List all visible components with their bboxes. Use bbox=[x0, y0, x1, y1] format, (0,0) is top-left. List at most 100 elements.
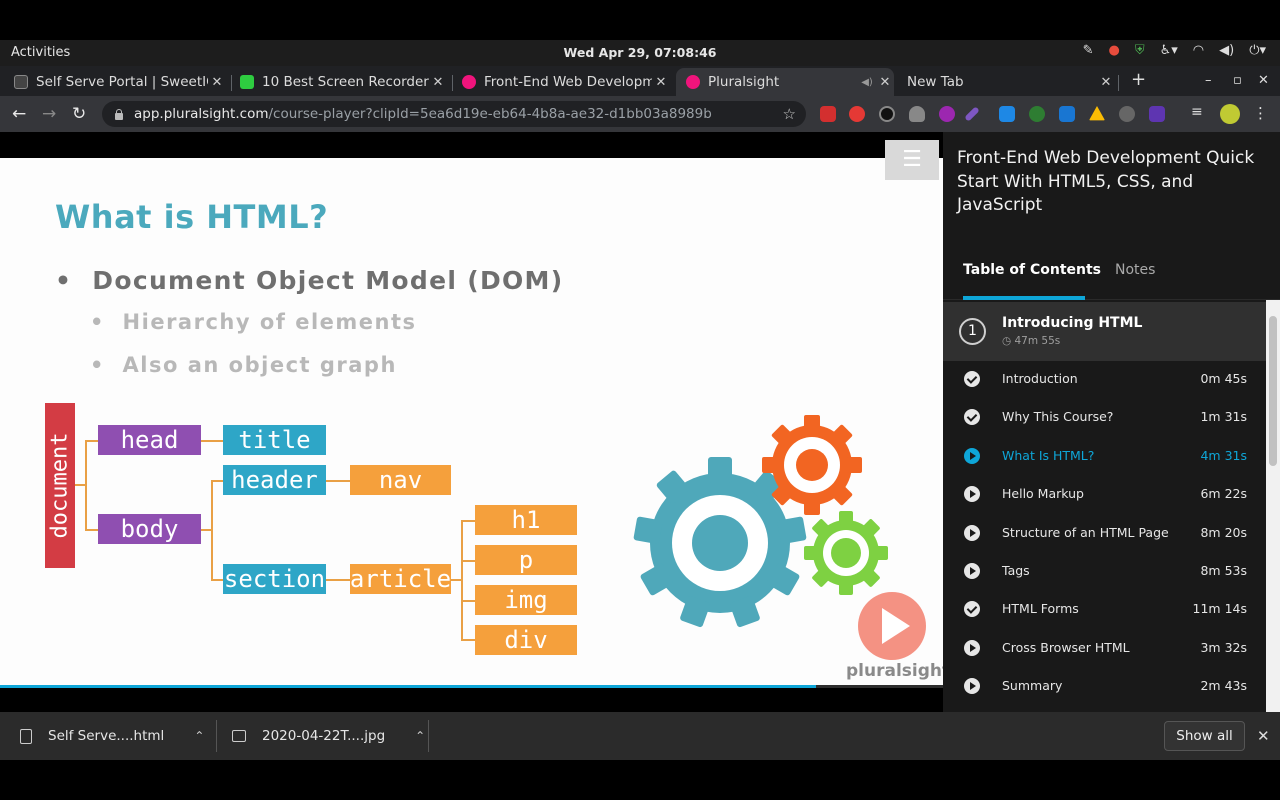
tab-pluralsight[interactable]: Pluralsight ◀) ✕ bbox=[676, 68, 894, 96]
wifi-icon[interactable]: ◠ bbox=[1193, 43, 1204, 58]
play-icon bbox=[964, 678, 980, 695]
clip-item[interactable]: Structure of an HTML Page 8m 20s bbox=[943, 514, 1266, 552]
module-duration: ◷ 47m 55s bbox=[1002, 335, 1061, 347]
clip-item[interactable]: Why This Course? 1m 31s bbox=[943, 398, 1266, 436]
close-icon[interactable]: ✕ bbox=[208, 75, 226, 90]
minimize-button[interactable]: – bbox=[1205, 73, 1212, 88]
clip-item[interactable]: Tags 8m 53s bbox=[943, 552, 1266, 590]
iq-extension-icon[interactable] bbox=[999, 106, 1015, 122]
file-icon bbox=[20, 728, 32, 744]
system-top-bar: Activities Wed Apr 29, 07:08:46 ✎ ● ⛨ ♿▾… bbox=[0, 40, 1280, 66]
tab-self-serve-portal[interactable]: Self Serve Portal | SweetIQ ✕ bbox=[14, 68, 226, 96]
tab-new-tab[interactable]: New Tab ✕ bbox=[907, 68, 1115, 96]
kebab-menu-icon[interactable]: ⋮ bbox=[1253, 104, 1268, 122]
nav-node: nav bbox=[350, 465, 451, 495]
window-close-button[interactable]: ✕ bbox=[1258, 73, 1269, 88]
course-sidebar: Front-End Web Development Quick Start Wi… bbox=[943, 132, 1280, 712]
bookmark-star-icon[interactable]: ☆ bbox=[783, 105, 796, 123]
download-item[interactable]: Self Serve....html ⌃ bbox=[20, 712, 204, 760]
sidebar-scrollbar[interactable] bbox=[1266, 300, 1280, 712]
blue-extension-icon[interactable] bbox=[1059, 106, 1075, 122]
clip-item[interactable]: HTML Forms 11m 14s bbox=[943, 590, 1266, 628]
pluralsight-watermark: pluralsight bbox=[846, 661, 943, 681]
section-node: section bbox=[223, 564, 326, 594]
img-node: img bbox=[475, 585, 577, 615]
course-title: Front-End Web Development Quick Start Wi… bbox=[957, 148, 1255, 215]
gray-extension-icon[interactable] bbox=[1119, 106, 1135, 122]
edge-extension-icon[interactable] bbox=[879, 106, 895, 122]
clip-item[interactable]: Summary 2m 43s bbox=[943, 667, 1266, 705]
recycle-extension-icon[interactable] bbox=[1029, 106, 1045, 122]
audio-icon[interactable]: ◀) bbox=[858, 77, 876, 88]
subbullet-text: Also an object graph bbox=[122, 353, 397, 377]
play-icon bbox=[964, 447, 980, 464]
slide-title: What is HTML? bbox=[55, 198, 329, 236]
module-title: Introducing HTML bbox=[1002, 315, 1143, 331]
clip-duration: 6m 22s bbox=[1200, 486, 1247, 502]
close-icon[interactable]: ✕ bbox=[1257, 727, 1270, 745]
google-drive-icon[interactable] bbox=[1089, 106, 1105, 121]
clip-item[interactable]: Cross Browser HTML 3m 32s bbox=[943, 629, 1266, 667]
new-tab-button[interactable]: + bbox=[1131, 69, 1146, 90]
cloud-extension-icon[interactable] bbox=[909, 106, 925, 122]
avatar[interactable] bbox=[1220, 104, 1240, 124]
green-site-icon bbox=[240, 75, 254, 89]
tab-screen-recorders[interactable]: 10 Best Screen Recorders ✕ bbox=[240, 68, 447, 96]
tab-notes[interactable]: Notes bbox=[1115, 262, 1155, 278]
download-filename: 2020-04-22T....jpg bbox=[262, 728, 386, 744]
volume-icon[interactable]: ◀) bbox=[1219, 43, 1234, 58]
clip-title: Introduction bbox=[1002, 371, 1078, 386]
clip-item-current[interactable]: What Is HTML? 4m 31s bbox=[943, 437, 1266, 475]
video-progress-bar[interactable] bbox=[0, 685, 943, 688]
close-icon[interactable]: ✕ bbox=[652, 75, 670, 90]
hamburger-menu-icon[interactable]: ☰ bbox=[885, 140, 939, 180]
video-player[interactable]: What is HTML? • Document Object Model (D… bbox=[0, 132, 943, 712]
red-extension-icon[interactable] bbox=[849, 106, 865, 122]
clip-title: Hello Markup bbox=[1002, 486, 1084, 502]
close-icon[interactable]: ✕ bbox=[429, 75, 447, 90]
url-path: /course-player?clipId=5ea6d19e-eb64-4b8a… bbox=[268, 106, 712, 122]
clip-item[interactable]: Hello Markup 6m 22s bbox=[943, 475, 1266, 513]
header-node: header bbox=[223, 465, 326, 495]
clip-duration: 4m 31s bbox=[1200, 447, 1247, 463]
lastpass-extension-icon[interactable] bbox=[820, 106, 836, 122]
subbullet-text: Hierarchy of elements bbox=[122, 310, 417, 334]
tab-separator bbox=[452, 75, 453, 91]
chevron-up-icon[interactable]: ⌃ bbox=[415, 729, 425, 743]
screen-capture-icon[interactable] bbox=[1149, 106, 1165, 122]
slide-subbullet: • Hierarchy of elements bbox=[90, 310, 417, 334]
chevron-up-icon[interactable]: ⌃ bbox=[194, 729, 204, 743]
slide: What is HTML? • Document Object Model (D… bbox=[0, 158, 943, 686]
pen-extension-icon[interactable] bbox=[964, 106, 980, 122]
div-node: div bbox=[475, 625, 577, 655]
accessibility-icon[interactable]: ♿▾ bbox=[1160, 43, 1178, 58]
forward-arrow-icon[interactable]: → bbox=[42, 104, 56, 124]
pen-icon[interactable]: ✎ bbox=[1083, 43, 1094, 58]
module-header[interactable]: 1 Introducing HTML ◷ 47m 55s bbox=[943, 302, 1266, 361]
module-number: 1 bbox=[959, 318, 986, 345]
media-playlist-icon[interactable]: ≡ bbox=[1191, 104, 1207, 120]
clip-duration: 11m 14s bbox=[1192, 601, 1247, 617]
tab-table-of-contents[interactable]: Table of Contents bbox=[963, 262, 1101, 278]
close-icon[interactable]: ✕ bbox=[1097, 75, 1115, 90]
maximize-button[interactable]: ▫ bbox=[1233, 73, 1242, 88]
system-tray[interactable]: ✎ ● ⛨ ♿▾ ◠ ◀) ⏻▾ bbox=[1083, 43, 1266, 58]
back-arrow-icon[interactable]: ← bbox=[12, 104, 26, 124]
camera-icon[interactable]: ● bbox=[1108, 43, 1119, 58]
purple-extension-icon[interactable] bbox=[939, 106, 955, 122]
head-node: head bbox=[98, 425, 201, 455]
close-icon[interactable]: ✕ bbox=[876, 75, 894, 90]
clip-title: Why This Course? bbox=[1002, 409, 1114, 425]
clip-item[interactable]: Introduction 0m 45s bbox=[943, 360, 1266, 398]
power-icon[interactable]: ⏻▾ bbox=[1249, 43, 1266, 58]
scrollbar-thumb[interactable] bbox=[1269, 316, 1277, 466]
download-item[interactable]: 2020-04-22T....jpg ⌃ bbox=[232, 712, 425, 760]
address-bar[interactable]: app.pluralsight.com/course-player?clipId… bbox=[102, 101, 806, 127]
active-tab-underline bbox=[963, 296, 1085, 300]
tab-front-end-web-dev[interactable]: Front-End Web Development ✕ bbox=[462, 68, 670, 96]
play-icon bbox=[882, 608, 910, 644]
reload-icon[interactable]: ↻ bbox=[72, 104, 86, 124]
shield-icon[interactable]: ⛨ bbox=[1135, 43, 1145, 58]
show-all-button[interactable]: Show all bbox=[1164, 721, 1245, 751]
clip-title: Tags bbox=[1002, 562, 1030, 578]
